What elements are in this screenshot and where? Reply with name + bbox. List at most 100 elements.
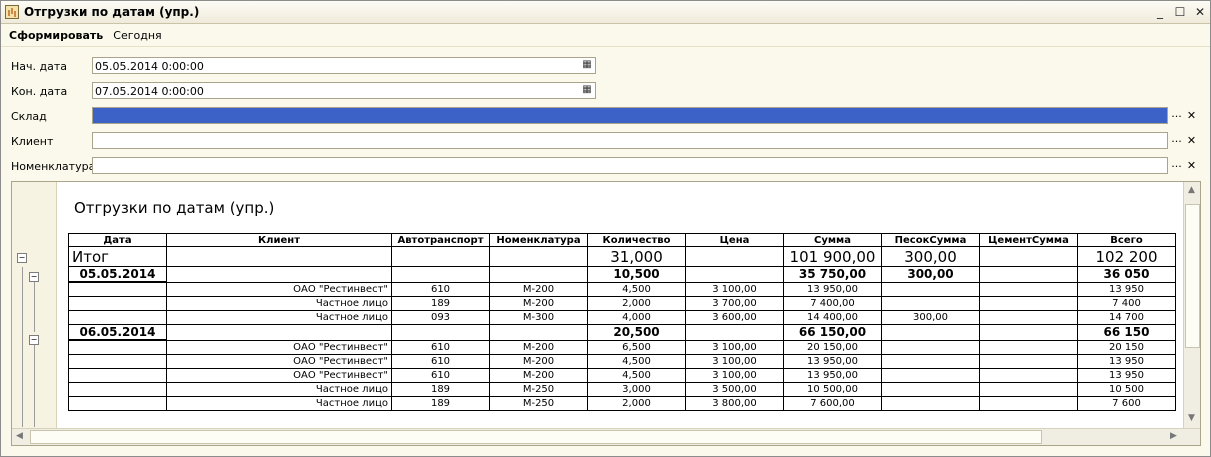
row-price: 3 700,00 — [685, 296, 784, 311]
clear-icon[interactable]: ✕ — [1185, 108, 1198, 123]
row-qty: 3,000 — [587, 382, 686, 397]
minimize-icon[interactable]: _ — [1150, 5, 1170, 19]
total-all: 102 200 — [1077, 246, 1176, 267]
horizontal-scroll-thumb[interactable] — [30, 430, 1042, 444]
select-button[interactable]: ... — [1170, 158, 1183, 173]
column-header: ПесокСумма — [881, 233, 980, 247]
row-price: 3 100,00 — [685, 354, 784, 369]
maximize-icon[interactable]: ☐ — [1170, 5, 1190, 19]
group-cell — [391, 266, 490, 283]
start-date-field[interactable]: 05.05.2014 0:00:00 — [92, 57, 596, 74]
column-header: Клиент — [166, 233, 392, 247]
select-button[interactable]: ... — [1170, 108, 1183, 123]
row-client: Частное лицо — [166, 310, 392, 325]
group-all: 66 150 — [1077, 324, 1176, 341]
row-sum: 7 400,00 — [783, 296, 882, 311]
scroll-left-icon[interactable]: ◀ — [16, 431, 23, 441]
row-all: 20 150 — [1077, 339, 1176, 355]
row-client: ОАО "Рестинвест" — [166, 281, 392, 297]
row-all: 13 950 — [1077, 281, 1176, 297]
row-nomenclature: М-200 — [489, 281, 588, 297]
vertical-scrollbar[interactable]: ▲ ▼ — [1183, 182, 1200, 429]
total-row: Итог 31,000 101 900,00 300,00 102 200 — [68, 246, 1176, 267]
row-sand — [881, 339, 980, 355]
nomenclature-row: Номенклатура ... ✕ — [1, 157, 1210, 176]
select-button[interactable]: ... — [1170, 133, 1183, 148]
report-table: Дата Клиент Автотранспорт Номенклатура Колич… — [68, 233, 1176, 411]
row-client: ОАО "Рестинвест" — [166, 339, 392, 355]
row-sum: 13 950,00 — [783, 281, 882, 297]
group-cell — [166, 324, 392, 341]
group-cell — [685, 266, 784, 283]
warehouse-field[interactable] — [92, 107, 1168, 124]
collapse-group-icon[interactable]: − — [29, 272, 39, 282]
scroll-up-icon[interactable]: ▲ — [1188, 185, 1195, 195]
row-sum: 13 950,00 — [783, 368, 882, 383]
collapse-group-icon[interactable]: − — [29, 335, 39, 345]
row-nomenclature: М-200 — [489, 354, 588, 369]
row-sand — [881, 382, 980, 397]
group-date: 06.05.2014 — [68, 324, 167, 341]
row-sand — [881, 368, 980, 383]
total-cell — [685, 246, 784, 267]
horizontal-scrollbar[interactable]: ◀ ▶ — [12, 428, 1200, 445]
row-cement — [979, 396, 1078, 411]
table-row: ОАО "Рестинвест" 610 М-200 4,500 3 100,00 13 … — [68, 281, 1176, 297]
row-price: 3 100,00 — [685, 339, 784, 355]
start-date-row: Нач. дата 05.05.2014 0:00:00 ▦ — [1, 57, 1210, 76]
row-all: 10 500 — [1077, 382, 1176, 397]
row-qty: 4,500 — [587, 281, 686, 297]
group-date: 05.05.2014 — [68, 266, 167, 283]
table-row: Частное лицо 189 М-250 3,000 3 500,00 10 500,… — [68, 382, 1176, 397]
tree-line — [34, 345, 35, 427]
clear-icon[interactable]: ✕ — [1185, 133, 1198, 148]
column-header: Цена — [685, 233, 784, 247]
table-row: ОАО "Рестинвест" 610 М-200 6,500 3 100,00 20 … — [68, 339, 1176, 355]
calendar-icon[interactable]: ▦ — [579, 83, 595, 98]
scroll-right-icon[interactable]: ▶ — [1170, 431, 1177, 441]
row-client: Частное лицо — [166, 382, 392, 397]
today-button[interactable]: Сегодня — [113, 29, 161, 42]
group-sand: 300,00 — [881, 266, 980, 283]
row-price: 3 500,00 — [685, 382, 784, 397]
row-nomenclature: М-200 — [489, 339, 588, 355]
table-row: Частное лицо 093 М-300 4,000 3 600,00 14 400,… — [68, 310, 1176, 325]
calendar-icon[interactable]: ▦ — [579, 58, 595, 73]
group-qty: 10,500 — [587, 266, 686, 283]
row-truck: 093 — [391, 310, 490, 325]
row-price: 3 600,00 — [685, 310, 784, 325]
close-icon[interactable]: ✕ — [1190, 5, 1210, 19]
row-all: 7 400 — [1077, 296, 1176, 311]
row-all: 13 950 — [1077, 354, 1176, 369]
row-cement — [979, 368, 1078, 383]
client-field[interactable] — [92, 132, 1168, 149]
generate-button[interactable]: Сформировать — [9, 29, 103, 42]
row-date-cell — [68, 310, 167, 325]
row-date-cell — [68, 354, 167, 369]
vertical-scroll-thumb[interactable] — [1185, 204, 1200, 348]
row-qty: 4,500 — [587, 368, 686, 383]
row-cement — [979, 296, 1078, 311]
row-sum: 13 950,00 — [783, 354, 882, 369]
clear-icon[interactable]: ✕ — [1185, 158, 1198, 173]
row-sand: 300,00 — [881, 310, 980, 325]
row-sum: 7 600,00 — [783, 396, 882, 411]
nomenclature-field[interactable] — [92, 157, 1168, 174]
report-title: Отгрузки по датам (упр.) — [74, 199, 275, 217]
scroll-down-icon[interactable]: ▼ — [1188, 413, 1195, 423]
row-date-cell — [68, 382, 167, 397]
row-truck: 610 — [391, 339, 490, 355]
grouping-gutter: − − − — [12, 182, 57, 429]
column-header: Дата — [68, 233, 167, 247]
total-cell — [489, 246, 588, 267]
window-title: Отгрузки по датам (упр.) — [24, 5, 200, 19]
warehouse-row: Склад ... ✕ — [1, 107, 1210, 126]
collapse-total-icon[interactable]: − — [17, 253, 27, 263]
group-cell — [489, 324, 588, 341]
end-date-field[interactable]: 07.05.2014 0:00:00 — [92, 82, 596, 99]
report-app-icon — [5, 5, 19, 19]
report-area: − − − Отгрузки по датам (упр.) Дата Клиен… — [11, 181, 1201, 446]
row-sum: 20 150,00 — [783, 339, 882, 355]
total-cell — [391, 246, 490, 267]
row-nomenclature: М-250 — [489, 396, 588, 411]
